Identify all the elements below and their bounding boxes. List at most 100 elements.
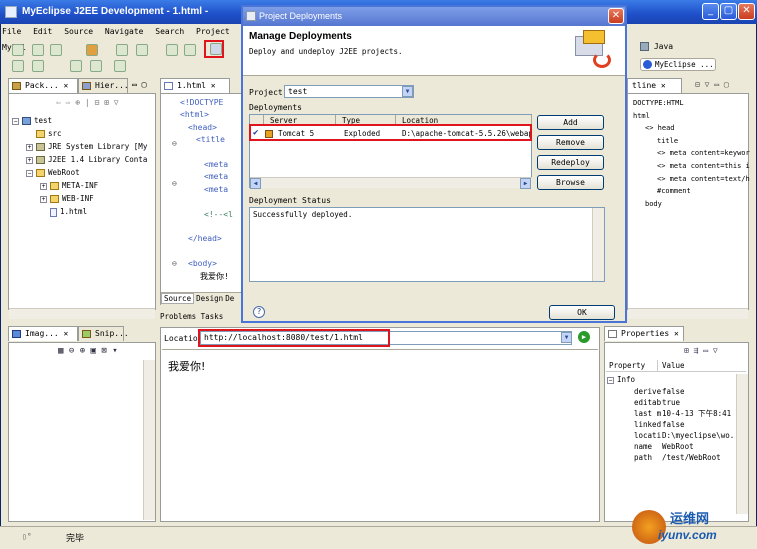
outline-item[interactable]: <> head	[645, 122, 675, 134]
go-icon[interactable]: ▶	[578, 331, 590, 343]
deployment-status-box[interactable]: Successfully deployed.	[249, 207, 605, 282]
expand-icon[interactable]: +	[40, 195, 47, 203]
save-icon[interactable]	[32, 44, 44, 56]
back-icon[interactable]	[12, 60, 24, 72]
image-vertical-scrollbar[interactable]	[143, 360, 155, 520]
scroll-right-icon[interactable]: ▶	[520, 178, 531, 189]
image-tool-icon[interactable]: ▦	[58, 346, 63, 356]
outline-item[interactable]: title	[657, 135, 678, 147]
menu-source[interactable]: Source	[64, 27, 93, 36]
expand-icon[interactable]: +	[40, 182, 47, 190]
explorer-toolbar-icons[interactable]: ⇦ ⇨ ⊕ | ⊟ ⊞ ▽	[56, 98, 119, 107]
url-dropdown-icon[interactable]: ▼	[561, 332, 572, 343]
tab-tasks[interactable]: Tasks	[201, 312, 224, 321]
tree-item[interactable]: + J2EE 1.4 Library Conta	[26, 154, 147, 166]
outline-item[interactable]: body	[645, 198, 662, 210]
explorer-horizontal-scrollbar[interactable]	[9, 308, 155, 319]
tab-de[interactable]: De	[225, 294, 234, 303]
collapse-icon[interactable]: −	[607, 376, 614, 384]
outline-item[interactable]: DOCTYPE:HTML	[633, 97, 684, 109]
maximize-button[interactable]: ▢	[720, 3, 737, 20]
tab-snippets[interactable]: Snip...	[78, 326, 129, 341]
perspective-myeclipse[interactable]: MyEclipse ...	[640, 58, 716, 71]
actual-size-icon[interactable]: ⊠	[101, 346, 106, 356]
fit-icon[interactable]: ▣	[91, 346, 96, 356]
outline-item[interactable]: <> meta content=keywor	[657, 147, 750, 159]
menu-project[interactable]: Project	[196, 27, 230, 36]
remove-button[interactable]: Remove	[537, 135, 604, 150]
outline-item[interactable]: #comment	[657, 185, 691, 197]
server-icon[interactable]	[86, 44, 98, 56]
browser-content[interactable]	[162, 349, 598, 521]
add-button[interactable]: Add	[537, 115, 604, 130]
search-icon[interactable]	[32, 60, 44, 72]
outline-item[interactable]: <> meta content=text/h	[657, 173, 750, 185]
tab-outline[interactable]: tline ✕	[627, 78, 682, 93]
project-select[interactable]: test	[284, 85, 414, 98]
outline-item[interactable]: html	[633, 110, 650, 122]
tree-item[interactable]: + JRE System Library [My	[26, 141, 147, 153]
print-icon[interactable]	[50, 44, 62, 56]
property-row[interactable]: locatiD:\myeclipse\wo...	[634, 430, 743, 441]
close-icon[interactable]: ✕	[661, 81, 666, 90]
close-icon[interactable]: ✕	[64, 329, 69, 338]
fast-view-icon[interactable]: ▯°	[22, 532, 32, 541]
collapse-icon[interactable]: −	[26, 169, 33, 177]
properties-vertical-scrollbar[interactable]	[736, 374, 748, 514]
menu-search[interactable]: Search	[155, 27, 184, 36]
ok-button[interactable]: OK	[549, 305, 615, 320]
new-icon[interactable]	[12, 44, 24, 56]
chevron-down-icon[interactable]: ▾	[112, 346, 117, 356]
collapse-icon[interactable]: −	[12, 117, 19, 125]
dialog-close-button[interactable]: ✕	[608, 8, 624, 24]
fold-markers[interactable]: ⊖ ⊖ ⊖	[172, 124, 177, 284]
outline-horizontal-scrollbar[interactable]	[628, 308, 748, 319]
properties-group-info[interactable]: − Info	[607, 375, 635, 384]
close-icon[interactable]: ✕	[211, 81, 216, 90]
property-row[interactable]: derivefalse	[634, 386, 685, 397]
project-dropdown-icon[interactable]: ▼	[402, 86, 413, 97]
open-type-icon[interactable]	[184, 44, 196, 56]
minimize-button[interactable]: _	[702, 3, 719, 20]
zoom-in-icon[interactable]: ⊕	[80, 346, 85, 356]
tab-problems[interactable]: Problems	[160, 312, 196, 321]
outline-view-menu-icons[interactable]: ⊟ ▽ ▭ ▢	[695, 80, 729, 89]
nav-back-icon[interactable]	[90, 60, 102, 72]
tab-image[interactable]: Imag... ✕	[8, 326, 78, 341]
menu-navigate[interactable]: Navigate	[105, 27, 144, 36]
expand-icon[interactable]: +	[26, 156, 33, 164]
menu-file[interactable]: File	[2, 27, 21, 36]
prev-annotation-icon[interactable]	[70, 60, 82, 72]
scroll-left-icon[interactable]: ◀	[250, 178, 261, 189]
tab-package-explorer[interactable]: Pack... ✕	[8, 78, 78, 93]
property-row[interactable]: editabtrue	[634, 397, 680, 408]
close-button[interactable]: ✕	[738, 3, 755, 20]
properties-toolbar-icons[interactable]: ⊞ ⇶ ▭ ▽	[684, 346, 718, 355]
tree-item[interactable]: + META-INF	[40, 180, 98, 192]
close-icon[interactable]: ✕	[64, 81, 69, 90]
browse-button[interactable]: Browse	[537, 175, 604, 190]
tab-properties[interactable]: Properties ✕	[604, 326, 684, 341]
nav-forward-icon[interactable]	[114, 60, 126, 72]
col-value[interactable]: Value	[658, 361, 685, 370]
wizard-icon[interactable]	[166, 44, 178, 56]
perspective-java[interactable]: Java	[640, 42, 673, 51]
tree-item[interactable]: − WebRoot	[26, 167, 80, 179]
property-row[interactable]: last m10-4-13 下午8:41	[634, 408, 731, 419]
tree-item[interactable]: − test	[12, 115, 52, 127]
tree-item[interactable]: src	[26, 128, 62, 140]
tab-source[interactable]: Source	[161, 293, 195, 304]
property-row[interactable]: linkedfalse	[634, 419, 685, 430]
tab-editor-1-html[interactable]: 1.html ✕	[160, 78, 230, 93]
tree-item[interactable]: 1.html	[40, 206, 87, 218]
image-toolbar[interactable]: ▦ ⊖ ⊕ ▣ ⊠ ▾	[58, 346, 118, 356]
help-icon[interactable]: ?	[253, 306, 265, 318]
deployments-hscrollbar[interactable]: ◀ ▶	[250, 177, 532, 189]
minimize-maximize-icons[interactable]: ▭ ▢	[132, 80, 146, 89]
close-icon[interactable]: ✕	[674, 329, 679, 338]
tree-item[interactable]: + WEB-INF	[40, 193, 94, 205]
tab-hierarchy[interactable]: Hier...	[78, 78, 129, 93]
debug-icon[interactable]	[116, 44, 128, 56]
expand-icon[interactable]: +	[26, 143, 33, 151]
property-row[interactable]: path/test/WebRoot	[634, 452, 721, 463]
